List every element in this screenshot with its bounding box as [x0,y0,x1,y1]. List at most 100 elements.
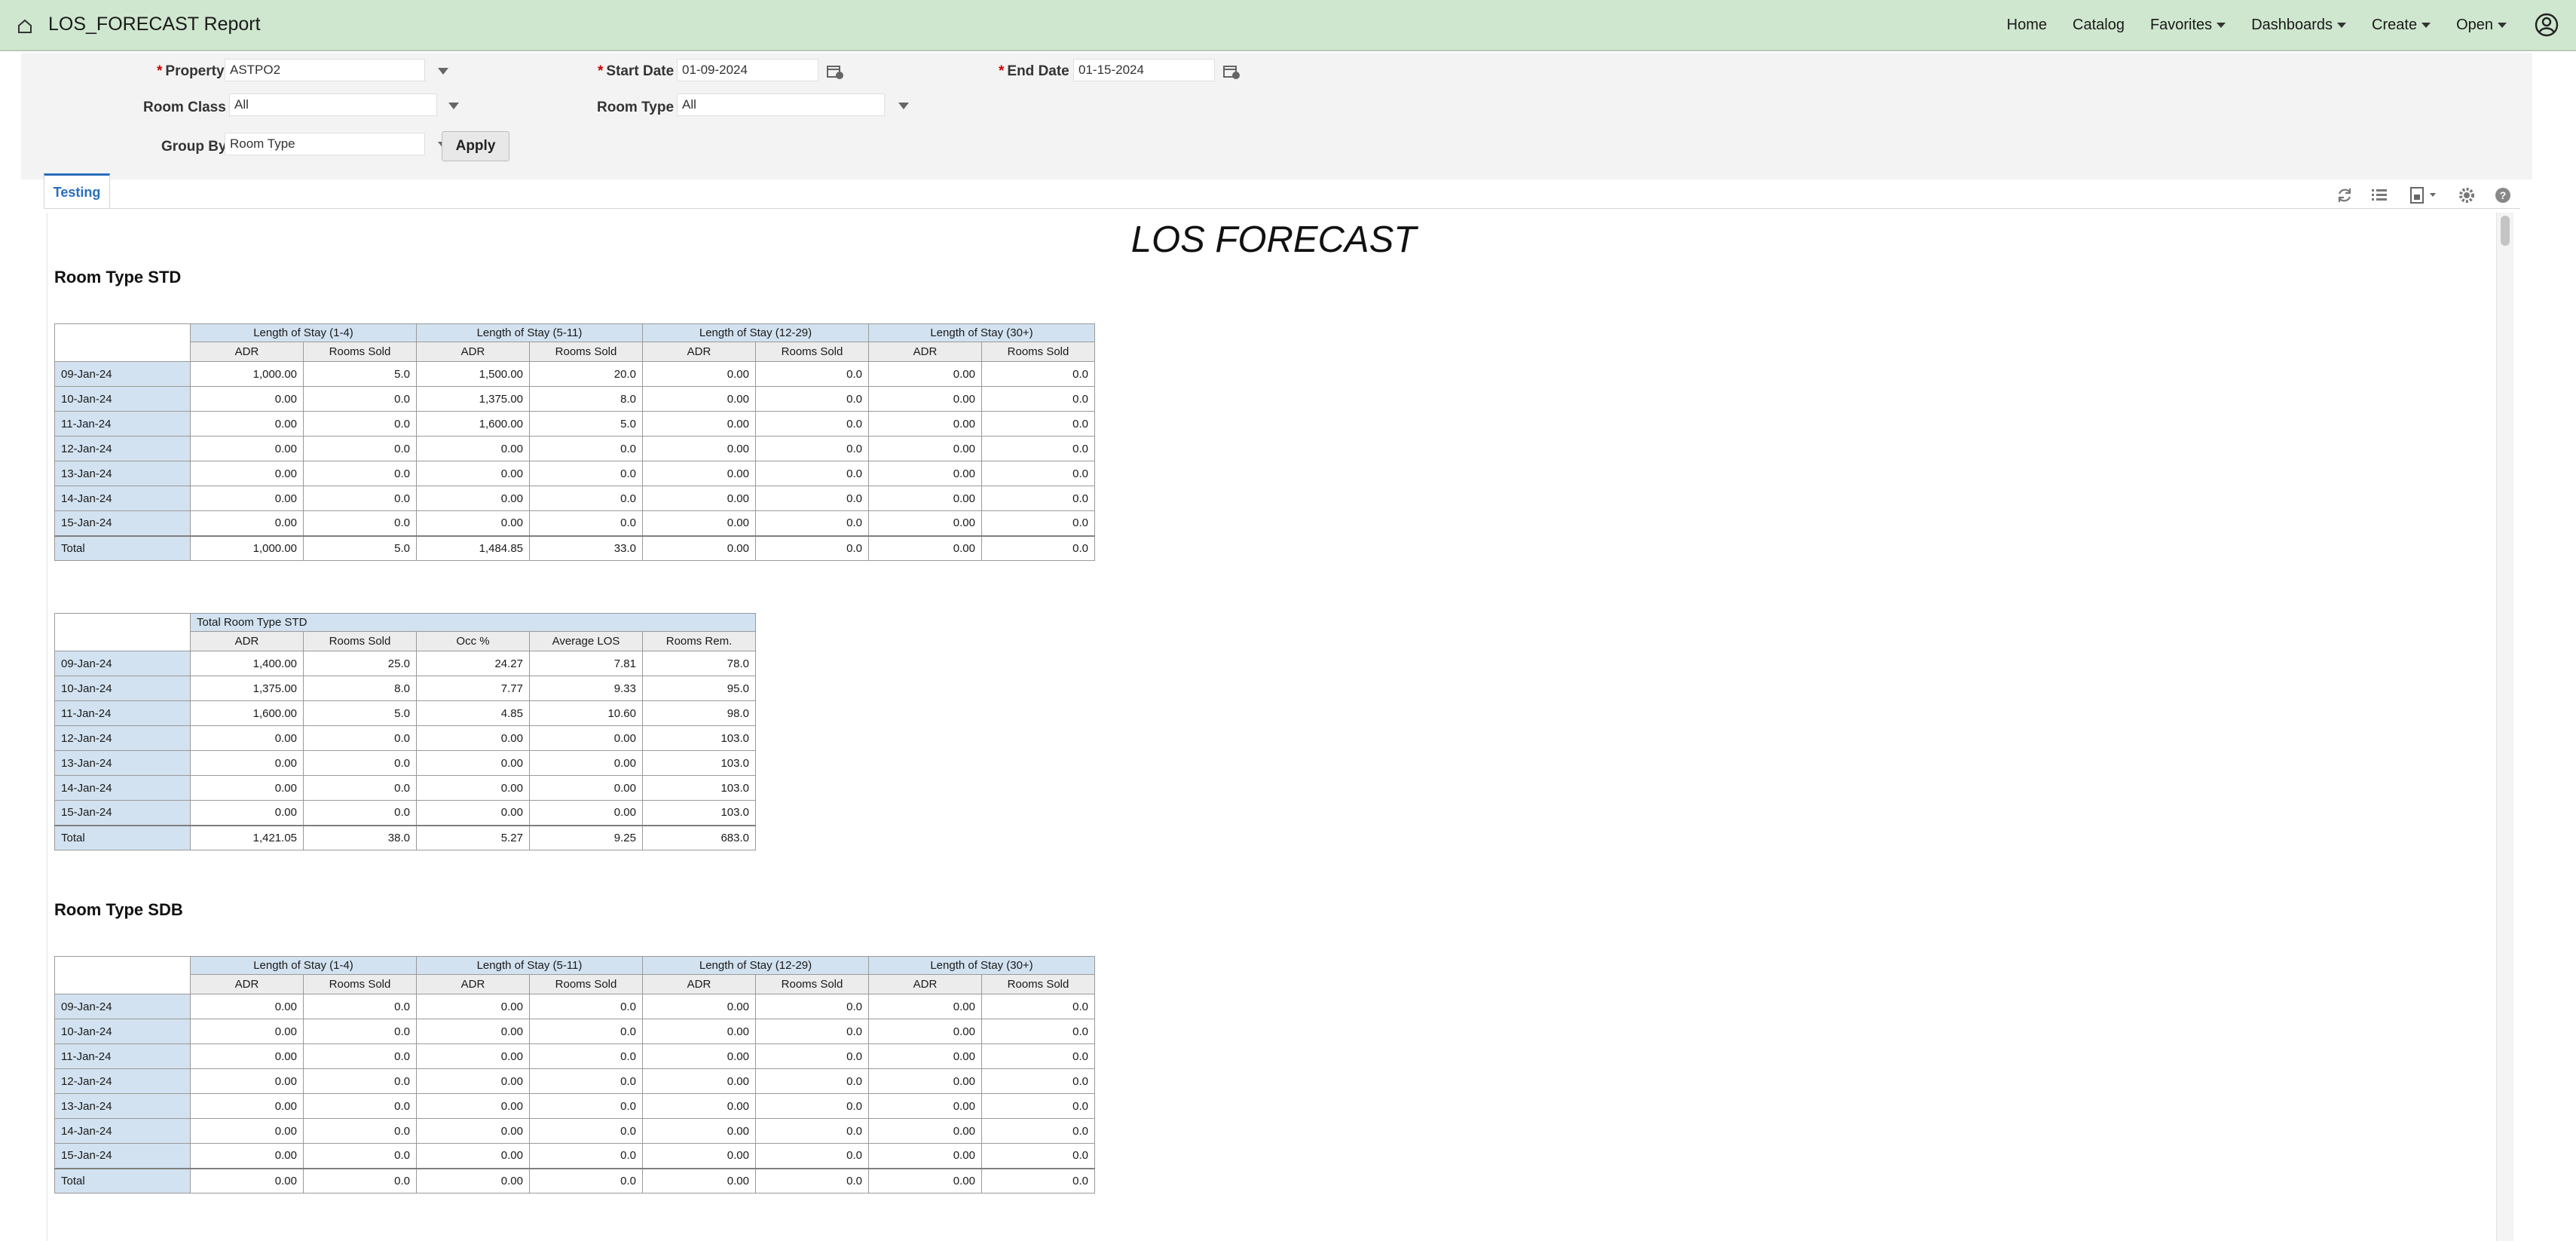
nav-open[interactable]: Open [2456,17,2507,34]
row-header: 14-Jan-24 [54,1118,191,1144]
column-header: Rooms Sold [303,631,417,651]
refresh-icon[interactable] [2335,185,2354,205]
column-group-header: Length of Stay (5-11) [416,956,643,975]
nav-favorites[interactable]: Favorites [2150,17,2226,34]
table-cell: 0.00 [190,725,304,751]
table-cell: 0.00 [642,535,756,561]
table-cell: 0.0 [981,1167,1095,1194]
table-cell: 0.00 [416,1019,530,1044]
section-heading-sdb: Room Type SDB [54,900,183,919]
table-cell: 0.0 [981,1068,1095,1094]
property-field[interactable]: ASTPO2 [225,59,425,81]
report-scrollbar[interactable] [2496,213,2513,1241]
table-row: 13-Jan-24 0.00 0.0 0.00 0.0 0.00 0.0 0.00 0.0 [54,461,1095,486]
room-type-field[interactable]: All [677,93,885,116]
table-cell: 0.00 [529,750,643,776]
table-cell: 78.0 [642,651,756,676]
table-cell: 5.0 [529,411,643,437]
column-header: ADR [416,342,530,362]
row-header: 13-Jan-24 [54,750,191,776]
chevron-down-icon [2337,23,2347,29]
apply-button[interactable]: Apply [442,131,509,161]
table-cell: 0.00 [642,1043,756,1069]
table-cell: 0.00 [416,461,530,486]
prompt-panel: * Property ASTPO2 * Start Date 01-09-2024 … [21,53,2532,179]
table-row: 14-Jan-24 0.00 0.0 0.00 0.0 0.00 0.0 0.00 0.0 [54,1118,1095,1144]
room-type-dropdown-icon[interactable] [898,103,909,109]
room-class-field[interactable]: All [229,93,437,116]
table-cell: 0.00 [416,436,530,461]
table-cell: 0.0 [981,386,1095,412]
home-icon[interactable] [17,18,33,35]
table-cell: 7.81 [529,651,643,676]
table-cell: 683.0 [642,824,756,850]
column-header: Rooms Sold [529,342,643,362]
tab-testing[interactable]: Testing [44,173,110,208]
table-cell: 103.0 [642,800,756,826]
nav-create[interactable]: Create [2372,17,2431,34]
column-header: Occ % [416,631,530,651]
table-cell: 0.0 [981,535,1095,561]
start-date-field[interactable]: 01-09-2024 [677,59,818,81]
svg-text:?: ? [2500,189,2507,201]
table-cell: 0.0 [755,1043,869,1069]
table-cell: 0.00 [190,1167,304,1194]
table-cell: 1,421.05 [190,824,304,850]
table-cell: 0.0 [755,436,869,461]
room-class-dropdown-icon[interactable] [448,103,459,109]
column-header: Rooms Sold [303,974,417,994]
help-icon[interactable]: ? [2493,185,2513,205]
report-heading: LOS FORECAST [1130,219,1417,260]
total-row: Total 0.00 0.0 0.00 0.0 0.00 0.0 0.00 0.0 [54,1167,1095,1194]
column-header: ADR [190,342,304,362]
row-header: 09-Jan-24 [54,651,191,676]
table-row: 14-Jan-24 0.00 0.0 0.00 0.00 103.0 [54,775,756,801]
table-cell: 0.0 [755,461,869,486]
property-dropdown-icon[interactable] [438,68,448,75]
end-date-calendar-icon[interactable] [1222,63,1241,80]
column-group-header: Length of Stay (12-29) [642,323,869,342]
table-cell: 1,600.00 [190,700,304,726]
table-cell: 0.00 [868,535,982,561]
table-cell: 0.0 [755,1118,869,1144]
table-cell: 0.00 [190,775,304,801]
row-header: 11-Jan-24 [54,1043,191,1069]
end-date-field[interactable]: 01-15-2024 [1073,59,1215,81]
column-group-header: Length of Stay (1-4) [190,323,417,342]
table-cell: 0.00 [868,386,982,412]
table-cell: 0.0 [981,1019,1095,1044]
column-header: Rooms Sold [755,342,869,362]
table-cell: 0.0 [755,1167,869,1194]
table-cell: 1,600.00 [416,411,530,437]
table-cell: 4.85 [416,700,530,726]
list-icon[interactable] [2369,185,2389,205]
group-by-field[interactable]: Room Type [225,133,425,155]
row-header: 12-Jan-24 [54,725,191,751]
table-cell: 0.00 [642,1143,756,1169]
export-icon[interactable] [2409,185,2443,205]
table-cell: 0.00 [642,1019,756,1044]
table-cell: 0.0 [529,1093,643,1119]
start-date-calendar-icon[interactable] [826,63,844,80]
table-cell: 103.0 [642,750,756,776]
row-header: Total [54,1167,191,1194]
table-cell: 1,500.00 [416,361,530,387]
section-heading-std: Room Type STD [54,268,182,287]
nav-home[interactable]: Home [2007,17,2047,34]
table-cell: 0.00 [529,775,643,801]
table-cell: 5.0 [303,700,417,726]
user-icon[interactable] [2534,12,2559,38]
table-cell: 98.0 [642,700,756,726]
table-row: 15-Jan-24 0.00 0.0 0.00 0.0 0.00 0.0 0.00 0.0 [54,510,1095,536]
end-date-label: * End Date [999,63,1069,79]
table-cell: 0.00 [416,486,530,511]
settings-icon[interactable] [2457,185,2477,205]
table-cell: 0.00 [190,411,304,437]
column-group-header: Length of Stay (1-4) [190,956,417,975]
table-row: 14-Jan-24 0.00 0.0 0.00 0.0 0.00 0.0 0.00 0.0 [54,486,1095,511]
table-cell: 103.0 [642,775,756,801]
table-cell: 0.00 [868,486,982,511]
nav-catalog[interactable]: Catalog [2073,17,2125,34]
table-cell: 0.0 [529,1019,643,1044]
nav-dashboards[interactable]: Dashboards [2251,17,2347,34]
